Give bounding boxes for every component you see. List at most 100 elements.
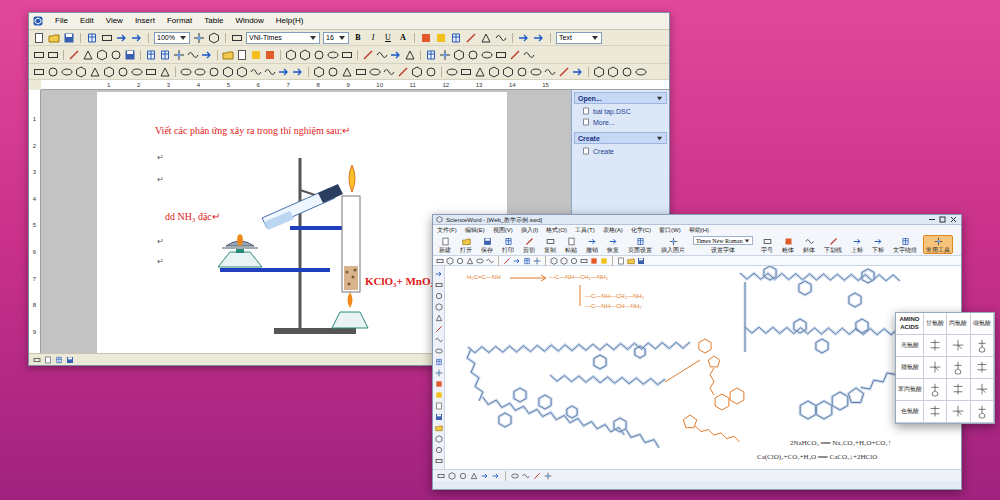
- underline-button[interactable]: U: [382, 34, 394, 42]
- crosshair-icon[interactable]: [173, 49, 185, 61]
- line-icon[interactable]: [465, 32, 477, 44]
- circle-icon[interactable]: [570, 257, 578, 265]
- rectangle-icon[interactable]: [435, 457, 443, 465]
- arrow-icon[interactable]: [131, 32, 143, 44]
- hexagon-icon[interactable]: [103, 66, 115, 78]
- rectangle-icon[interactable]: [436, 257, 444, 265]
- folder-icon[interactable]: [222, 49, 234, 61]
- hexagon-icon[interactable]: [488, 66, 500, 78]
- reagent-label[interactable]: KClO₃+ MnO₂: [365, 276, 434, 287]
- hexagon-icon[interactable]: [411, 66, 423, 78]
- ellipse-icon[interactable]: [180, 66, 192, 78]
- line-icon[interactable]: [503, 257, 511, 265]
- circle-icon[interactable]: [516, 66, 528, 78]
- circle-icon[interactable]: [621, 66, 633, 78]
- yellow-swatch-icon[interactable]: [600, 257, 608, 265]
- wave-icon[interactable]: [486, 257, 494, 265]
- hexagon-icon[interactable]: [607, 66, 619, 78]
- rectangle-icon[interactable]: [580, 257, 588, 265]
- line-icon[interactable]: [435, 325, 443, 333]
- wave-icon[interactable]: [522, 472, 530, 480]
- menu-item[interactable]: File: [55, 17, 68, 25]
- toolbar-button[interactable]: 撤销: [583, 235, 601, 254]
- menu-item[interactable]: 窗口(W): [659, 227, 681, 233]
- menu-item[interactable]: Help(H): [276, 17, 304, 25]
- crosshair-icon[interactable]: [435, 369, 443, 377]
- structure-cell[interactable]: [924, 335, 947, 357]
- triangle-icon[interactable]: [404, 49, 416, 61]
- toolbar-button[interactable]: 字号: [758, 235, 776, 254]
- hexagon-icon[interactable]: [222, 66, 234, 78]
- arrow-icon[interactable]: [435, 270, 443, 278]
- circle-icon[interactable]: [467, 49, 479, 61]
- arrow-icon[interactable]: [116, 32, 128, 44]
- collapse-arrow-icon[interactable]: [656, 95, 663, 102]
- arrow-icon[interactable]: [481, 472, 489, 480]
- toolbar-button[interactable]: 新建: [436, 235, 454, 254]
- chemical-equation[interactable]: 2NaHCO₃ ══ Na₂CO₃+H₂O+CO₂↑: [790, 440, 891, 447]
- table-icon[interactable]: [425, 49, 437, 61]
- page-icon[interactable]: [33, 32, 45, 44]
- hexagon-icon[interactable]: [313, 66, 325, 78]
- rectangle-icon[interactable]: [33, 66, 45, 78]
- ellipse-icon[interactable]: [435, 347, 443, 355]
- page-icon[interactable]: [617, 257, 625, 265]
- page-icon[interactable]: [435, 402, 443, 410]
- rectangle-icon[interactable]: [101, 32, 113, 44]
- menu-item[interactable]: Window: [235, 17, 263, 25]
- arrow-icon[interactable]: [492, 472, 500, 480]
- italic-button[interactable]: I: [367, 34, 379, 42]
- table-icon[interactable]: [145, 49, 157, 61]
- menu-item[interactable]: 工具(T): [575, 227, 595, 233]
- section-header[interactable]: Create: [574, 132, 667, 144]
- save-icon[interactable]: [124, 49, 136, 61]
- rectangle-icon[interactable]: [495, 49, 507, 61]
- toolbar-button[interactable]: 恢复: [604, 235, 622, 254]
- rectangle-icon[interactable]: [33, 49, 45, 61]
- menu-item[interactable]: Format: [167, 17, 192, 25]
- structure-cell[interactable]: [971, 357, 994, 379]
- arrow-icon[interactable]: [533, 32, 545, 44]
- rectangle-icon[interactable]: [231, 32, 243, 44]
- yellow-swatch-icon[interactable]: [435, 32, 447, 44]
- toolbar-button[interactable]: 文字绕排: [890, 235, 920, 254]
- formula-fragment[interactable]: H₂C=C—NH: [467, 274, 501, 280]
- hexagon-icon[interactable]: [435, 303, 443, 311]
- line-icon[interactable]: [509, 49, 521, 61]
- font-box[interactable]: VNI-Times: [246, 32, 320, 44]
- ellipse-icon[interactable]: [369, 66, 381, 78]
- wave-icon[interactable]: [383, 66, 395, 78]
- ellipse-icon[interactable]: [481, 49, 493, 61]
- hexagon-icon[interactable]: [96, 49, 108, 61]
- table-icon[interactable]: [159, 49, 171, 61]
- page-icon[interactable]: [44, 356, 52, 364]
- formula-fragment[interactable]: —C—NH—CH₂—NH₂: [549, 274, 608, 280]
- wave-icon[interactable]: [264, 66, 276, 78]
- orange-swatch-icon[interactable]: [264, 49, 276, 61]
- circle-icon[interactable]: [327, 66, 339, 78]
- circle-icon[interactable]: [110, 49, 122, 61]
- circle-icon[interactable]: [425, 66, 437, 78]
- arrow-icon[interactable]: [278, 66, 290, 78]
- hexagon-icon[interactable]: [299, 49, 311, 61]
- wave-icon[interactable]: [376, 49, 388, 61]
- drawing-canvas[interactable]: H₂C=C—NH—C—NH—CH₂—NH₂—C—NH—CH₂—NH₂—C—NH—…: [445, 266, 961, 469]
- menu-item[interactable]: 视图(V): [493, 227, 513, 233]
- dropdown-arrow-icon[interactable]: [744, 238, 750, 244]
- ellipse-icon[interactable]: [327, 49, 339, 61]
- vertical-ruler[interactable]: 123456789: [29, 90, 41, 353]
- folder-icon[interactable]: [627, 257, 635, 265]
- structure-cell[interactable]: [971, 401, 994, 423]
- hexagon-icon[interactable]: [446, 257, 454, 265]
- task-pane-link[interactable]: More...: [574, 118, 667, 126]
- menu-item[interactable]: 化学(C): [631, 227, 651, 233]
- hexagon-icon[interactable]: [560, 257, 568, 265]
- structure-cell[interactable]: [947, 335, 970, 357]
- menu-item[interactable]: 表格(A): [603, 227, 623, 233]
- table-icon[interactable]: [523, 257, 531, 265]
- toolbar-button[interactable]: 剪切: [520, 235, 538, 254]
- horizontal-ruler[interactable]: 123456789101112131415: [41, 80, 669, 90]
- menu-item[interactable]: 插入(I): [521, 227, 539, 233]
- table-icon[interactable]: [55, 356, 63, 364]
- toolbar-button[interactable]: 复制: [541, 235, 559, 254]
